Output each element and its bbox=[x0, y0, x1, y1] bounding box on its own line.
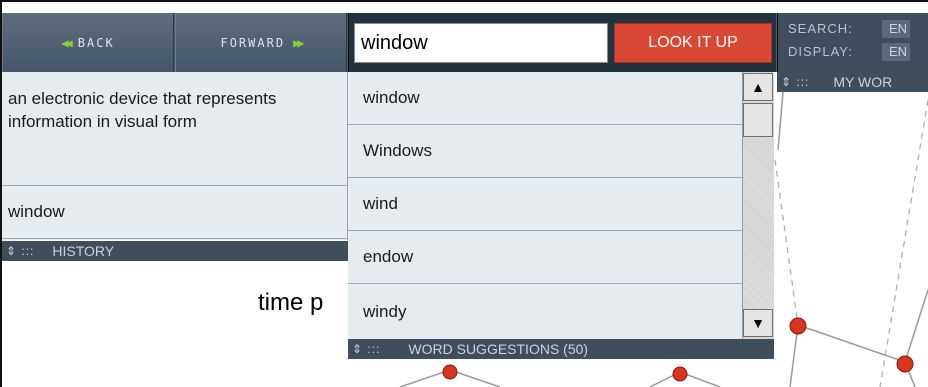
resize-grip-icon[interactable]: ⇕ ::: bbox=[352, 342, 380, 356]
history-title: HISTORY bbox=[52, 243, 115, 259]
suggestion-item[interactable]: Windows bbox=[348, 125, 742, 178]
back-arrow-icon: ◀◀ bbox=[61, 35, 73, 50]
history-divider bbox=[2, 238, 348, 239]
forward-arrow-icon: ▶▶ bbox=[293, 35, 305, 50]
search-language-select[interactable]: EN bbox=[882, 20, 910, 38]
scroll-down-icon[interactable]: ▼ bbox=[743, 309, 773, 337]
display-language-select[interactable]: EN bbox=[882, 43, 910, 61]
word-suggestions-bar[interactable]: ⇕ ::: WORD SUGGESTIONS (50) bbox=[348, 339, 774, 359]
history-panel-bar[interactable]: ⇕ ::: HISTORY bbox=[2, 241, 348, 261]
back-button[interactable]: ◀◀ BACK bbox=[2, 13, 174, 72]
display-language-label: DISPLAY: bbox=[788, 44, 853, 59]
word-suggestions-title: WORD SUGGESTIONS (50) bbox=[408, 341, 589, 357]
scroll-thumb[interactable] bbox=[743, 103, 773, 137]
history-item[interactable]: an electronic device that represents inf… bbox=[8, 87, 308, 133]
graph-node[interactable] bbox=[789, 317, 807, 335]
scroll-up-icon[interactable]: ▲ bbox=[743, 73, 773, 101]
suggestion-item[interactable]: endow bbox=[348, 231, 742, 284]
search-input[interactable] bbox=[354, 23, 608, 63]
suggestion-item[interactable]: window bbox=[348, 72, 742, 125]
history-item[interactable]: window bbox=[8, 200, 65, 223]
back-button-label: BACK bbox=[77, 35, 115, 50]
search-language-label: SEARCH: bbox=[788, 21, 853, 36]
graph-node[interactable] bbox=[442, 364, 458, 380]
forward-button[interactable]: FORWARD ▶▶ bbox=[175, 13, 347, 72]
graph-node[interactable] bbox=[896, 355, 914, 373]
graph-word-label[interactable]: time p bbox=[258, 289, 323, 317]
resize-grip-icon[interactable]: ⇕ ::: bbox=[781, 75, 809, 89]
my-words-title: MY WOR bbox=[833, 74, 893, 90]
resize-grip-icon[interactable]: ⇕ ::: bbox=[6, 244, 34, 258]
history-divider bbox=[2, 185, 348, 186]
forward-button-label: FORWARD bbox=[220, 35, 286, 50]
my-words-panel-bar[interactable]: ⇕ ::: MY WOR bbox=[777, 72, 928, 92]
look-it-up-button[interactable]: LOOK IT UP bbox=[614, 23, 772, 63]
suggestion-item[interactable]: wind bbox=[348, 178, 742, 231]
suggestion-item[interactable]: windy bbox=[348, 284, 742, 339]
graph-node[interactable] bbox=[672, 366, 688, 382]
